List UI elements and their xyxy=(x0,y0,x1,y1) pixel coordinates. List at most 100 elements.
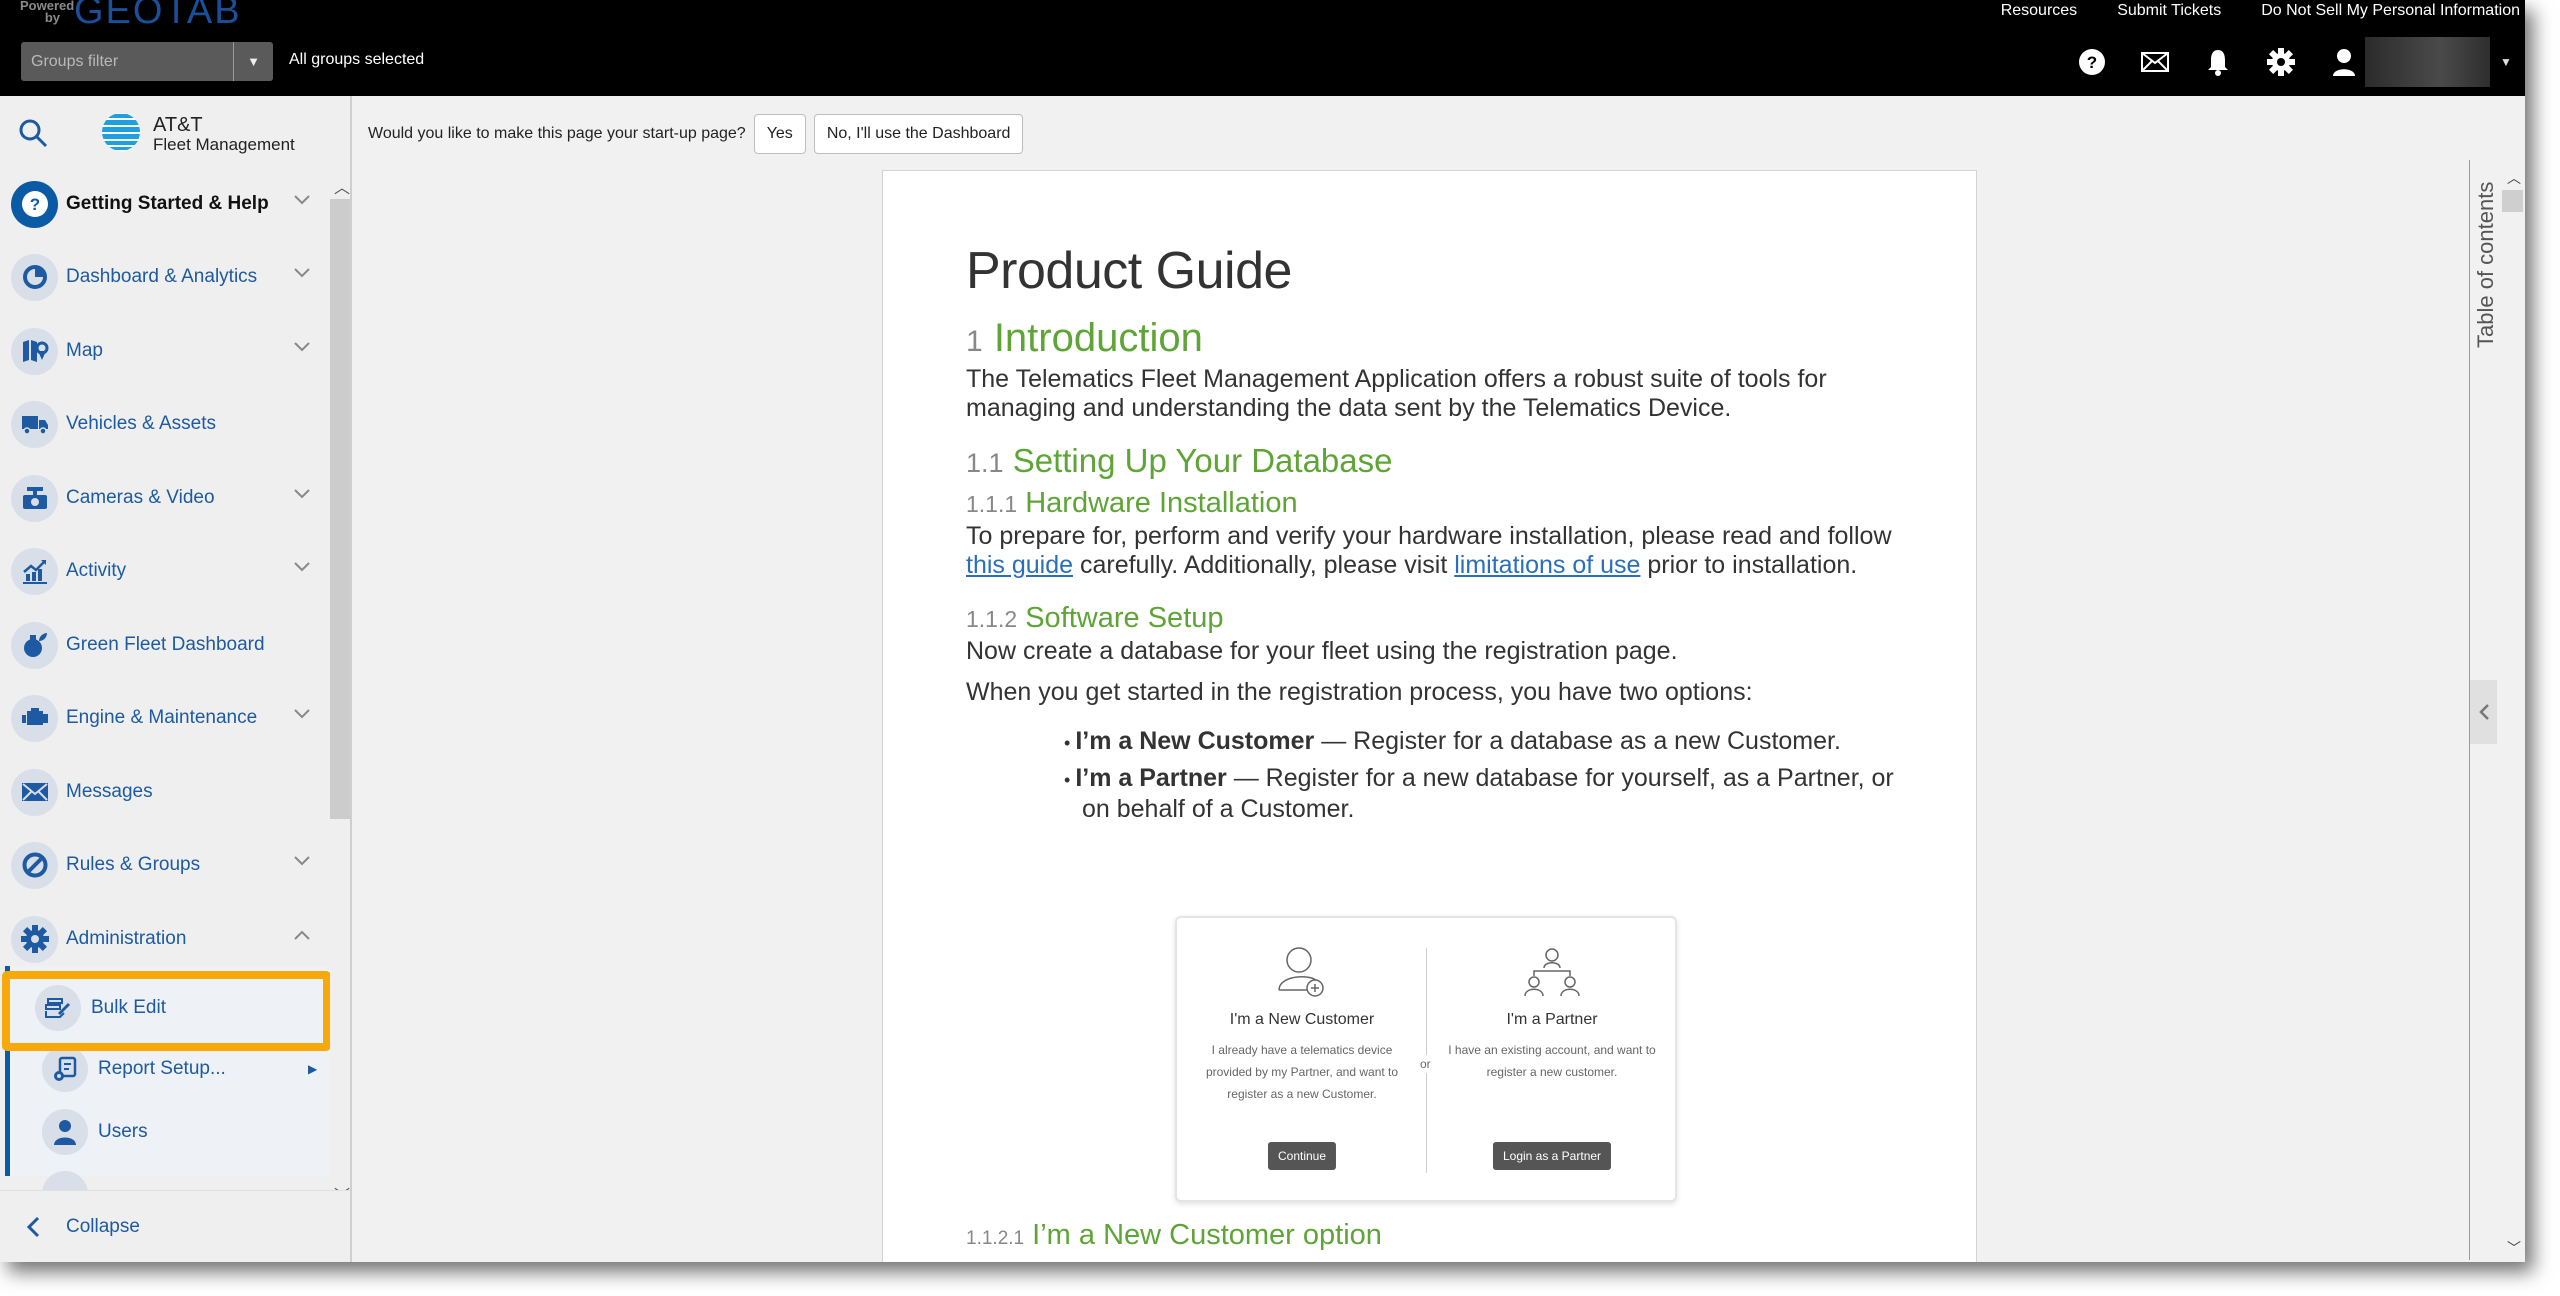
activity-chart-icon xyxy=(11,547,58,595)
sidebar-scroll-thumb[interactable] xyxy=(330,199,350,819)
sidebar-subitem-users[interactable]: Users xyxy=(10,1102,330,1162)
powered-by-label: Powered by xyxy=(20,0,75,25)
scroll-down-icon[interactable]: ﹀ xyxy=(2507,1238,2521,1258)
help-circle-icon: ? xyxy=(11,180,58,228)
document-title: Product Guide xyxy=(966,242,1292,300)
do-not-sell-link[interactable]: Do Not Sell My Personal Information xyxy=(2261,0,2520,22)
heading-number: 1 xyxy=(966,325,983,358)
add-user-icon xyxy=(1278,947,1324,997)
heading-number: 1.1.2.1 xyxy=(966,1228,1025,1249)
use-dashboard-button[interactable]: No, I'll use the Dashboard xyxy=(813,114,1024,154)
partner-card: I'm a Partner I have an existing account… xyxy=(1432,918,1672,1200)
sidebar-item-label: Map xyxy=(66,340,103,361)
text: To prepare for, perform and verify your … xyxy=(966,522,1892,550)
partner-desc: I have an existing account, and want to … xyxy=(1448,1043,1656,1079)
svg-text:?: ? xyxy=(2086,53,2096,72)
heading-text: Setting Up Your Database xyxy=(1012,442,1393,479)
sidebar-item-activity[interactable]: Activity xyxy=(0,541,330,601)
notifications-button[interactable] xyxy=(2186,42,2249,82)
scroll-up-icon[interactable]: ︿ xyxy=(2507,168,2521,188)
login-as-partner-button[interactable]: Login as a Partner xyxy=(1492,1142,1612,1170)
leaf-icon xyxy=(11,621,58,669)
groups-filter-input[interactable]: Groups filter ▼ xyxy=(21,42,273,81)
envelope-icon xyxy=(11,768,58,816)
submit-tickets-link[interactable]: Submit Tickets xyxy=(2117,0,2221,22)
yes-button[interactable]: Yes xyxy=(753,114,806,154)
chevron-down-icon[interactable] xyxy=(293,488,311,500)
new-customer-card: I'm a New Customer I already have a tele… xyxy=(1182,918,1422,1200)
heading-software-setup: 1.1.2 Software Setup xyxy=(966,600,1926,637)
document-scrollbar[interactable]: ︿ ﹀ xyxy=(2500,160,2525,1262)
chevron-down-icon[interactable] xyxy=(293,267,311,279)
collapse-button[interactable]: Collapse xyxy=(0,1190,350,1262)
user-menu-caret-icon[interactable]: ▼ xyxy=(2500,55,2512,69)
chevron-down-icon[interactable] xyxy=(293,708,311,720)
sidebar-item-label: Bulk Edit xyxy=(91,997,166,1018)
table-of-contents-panel[interactable] xyxy=(2440,160,2470,1260)
messages-button[interactable] xyxy=(2123,42,2186,82)
hardware-paragraph: To prepare for, perform and verify your … xyxy=(966,522,1926,580)
sidebar-item-vehicles-assets[interactable]: Vehicles & Assets xyxy=(0,394,330,454)
att-globe-logo xyxy=(101,112,141,157)
sidebar-item-label: Engine & Maintenance xyxy=(66,707,258,728)
chevron-up-icon[interactable] xyxy=(293,929,311,941)
geotab-logo: Powered by GEOTAB xyxy=(20,0,242,30)
sidebar-item-map[interactable]: Map xyxy=(0,321,330,381)
sidebar-item-label: Getting Started & Help xyxy=(66,193,269,214)
heading-new-customer-option: 1.1.2.1 I’m a New Customer option xyxy=(966,1219,1382,1252)
sidebar-item-rules-groups[interactable]: Rules & Groups xyxy=(0,835,330,895)
startup-prompt: Would you like to make this page your st… xyxy=(368,114,1024,154)
table-of-contents-label[interactable]: Table of contents xyxy=(2473,182,2499,348)
list-item: I’m a New Customer — Register for a data… xyxy=(1064,727,1926,758)
sidebar-subitem-bulk-edit[interactable]: Bulk Edit xyxy=(8,978,330,1038)
sidebar-item-green-fleet[interactable]: Green Fleet Dashboard xyxy=(0,615,330,675)
registration-figure: I'm a New Customer I already have a tele… xyxy=(1175,916,1677,1202)
continue-button[interactable]: Continue xyxy=(1267,1142,1337,1170)
groups-status: All groups selected xyxy=(289,51,425,68)
text: carefully. Additionally, please visit xyxy=(1073,551,1455,579)
user-name-redacted[interactable] xyxy=(2365,37,2490,87)
sidebar-scrollbar[interactable]: ︿ ﹀ xyxy=(330,174,350,1205)
document-page: Product Guide 1 Introduction The Telemat… xyxy=(882,170,1977,1262)
toc-expand-button[interactable] xyxy=(2470,680,2497,744)
settings-button[interactable] xyxy=(2249,42,2312,82)
mail-icon xyxy=(2140,52,2169,72)
sidebar-item-messages[interactable]: Messages xyxy=(0,762,330,822)
sidebar-item-label: Administration xyxy=(66,928,187,949)
groups-filter-dropdown-button[interactable]: ▼ xyxy=(233,42,273,81)
map-icon xyxy=(11,327,58,375)
text: prior to installation. xyxy=(1640,551,1858,579)
heading-number: 1.1.1 xyxy=(966,491,1018,517)
resources-link[interactable]: Resources xyxy=(2001,0,2077,22)
document-scroll-thumb[interactable] xyxy=(2502,190,2523,212)
collapse-label: Collapse xyxy=(66,1215,140,1237)
search-button[interactable] xyxy=(18,118,48,153)
heading-number: 1.1 xyxy=(966,448,1004,478)
bulk-edit-highlight: Bulk Edit xyxy=(2,971,330,1051)
help-button[interactable]: ? xyxy=(2060,42,2123,82)
partner-title: I'm a Partner xyxy=(1506,1011,1598,1028)
sidebar-item-label: Cameras & Video xyxy=(66,487,215,508)
this-guide-link[interactable]: this guide xyxy=(966,551,1073,579)
truck-icon xyxy=(11,400,58,448)
sidebar-item-engine-maintenance[interactable]: Engine & Maintenance xyxy=(0,688,330,748)
chevron-left-icon xyxy=(2478,704,2489,720)
user-icon xyxy=(42,1109,88,1155)
sidebar-item-cameras-video[interactable]: Cameras & Video xyxy=(0,468,330,528)
sidebar-item-label: Report Setup... xyxy=(98,1058,226,1079)
chevron-down-icon[interactable] xyxy=(293,855,311,867)
sidebar-item-label: Green Fleet Dashboard xyxy=(66,634,265,655)
sidebar-item-getting-started[interactable]: ? Getting Started & Help xyxy=(0,174,330,234)
gear-icon xyxy=(2266,48,2295,76)
svg-text:?: ? xyxy=(29,195,39,214)
limitations-of-use-link[interactable]: limitations of use xyxy=(1454,551,1640,579)
chevron-down-icon[interactable] xyxy=(293,561,311,573)
scroll-up-icon[interactable]: ︿ xyxy=(334,174,350,198)
groups-filter-placeholder: Groups filter xyxy=(31,52,119,70)
new-customer-title: I'm a New Customer xyxy=(1229,1011,1375,1028)
chevron-down-icon[interactable] xyxy=(293,194,311,206)
camera-icon xyxy=(11,474,58,522)
sidebar-item-dashboard-analytics[interactable]: Dashboard & Analytics xyxy=(0,247,330,307)
chevron-down-icon[interactable] xyxy=(293,341,311,353)
sidebar-item-administration[interactable]: Administration xyxy=(0,909,330,969)
